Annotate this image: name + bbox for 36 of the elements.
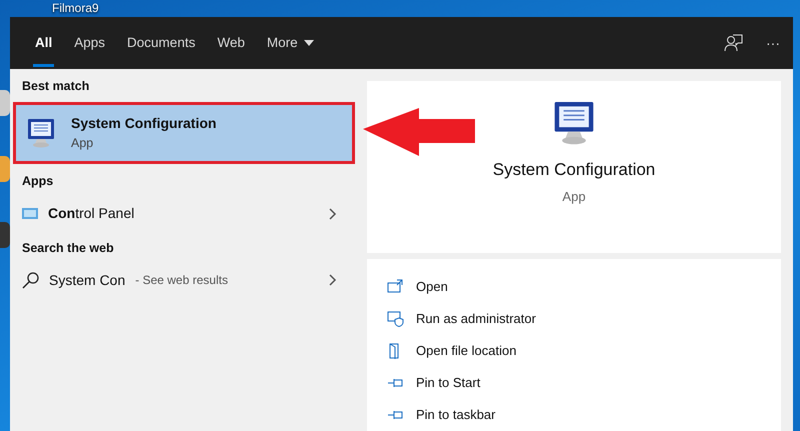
action-link[interactable]: Run as administrator xyxy=(387,303,536,335)
desktop-icon-label: Filmora9 xyxy=(52,0,99,17)
chevron-right-icon xyxy=(329,274,337,286)
tab[interactable]: More xyxy=(256,17,325,69)
more-options-button[interactable]: ··· xyxy=(753,17,793,69)
chevron-right-icon xyxy=(329,208,337,220)
tab[interactable]: Apps xyxy=(63,17,116,69)
section-heading: Search the web xyxy=(21,240,115,256)
tab[interactable]: Documents xyxy=(116,17,206,69)
section-heading: Apps xyxy=(21,172,54,190)
search-result[interactable]: System Con - See web results xyxy=(13,263,355,298)
result-title: System Configuration xyxy=(71,114,216,133)
search-result[interactable]: System Configuration App xyxy=(13,102,355,164)
search-result[interactable]: Control Panel xyxy=(13,196,355,230)
shield-icon xyxy=(387,310,404,328)
action-link[interactable]: Pin to taskbar xyxy=(387,399,496,431)
monitor-icon xyxy=(25,117,57,148)
result-title: System Con xyxy=(49,270,126,290)
result-title: Control Panel xyxy=(48,204,134,223)
tab[interactable]: All xyxy=(24,17,64,69)
section-heading: Best match xyxy=(21,78,90,95)
action-link[interactable]: Open xyxy=(387,271,448,303)
desktop-icon[interactable] xyxy=(0,90,10,116)
feedback-icon xyxy=(724,34,742,52)
result-hint: - See web results xyxy=(135,272,228,290)
tab[interactable]: Web xyxy=(206,17,256,69)
result-subtitle: App xyxy=(71,134,94,152)
action-link[interactable]: Open file location xyxy=(387,335,516,367)
desktop-icon[interactable] xyxy=(0,222,10,248)
desktop-icon[interactable] xyxy=(0,156,10,182)
search-icon xyxy=(22,272,39,289)
action-link[interactable]: Pin to Start xyxy=(387,367,480,399)
open-window-icon xyxy=(387,278,404,296)
control-panel-icon xyxy=(22,207,38,220)
preview-title: System Configuration xyxy=(492,159,656,181)
preview-subtitle: App xyxy=(562,188,586,206)
